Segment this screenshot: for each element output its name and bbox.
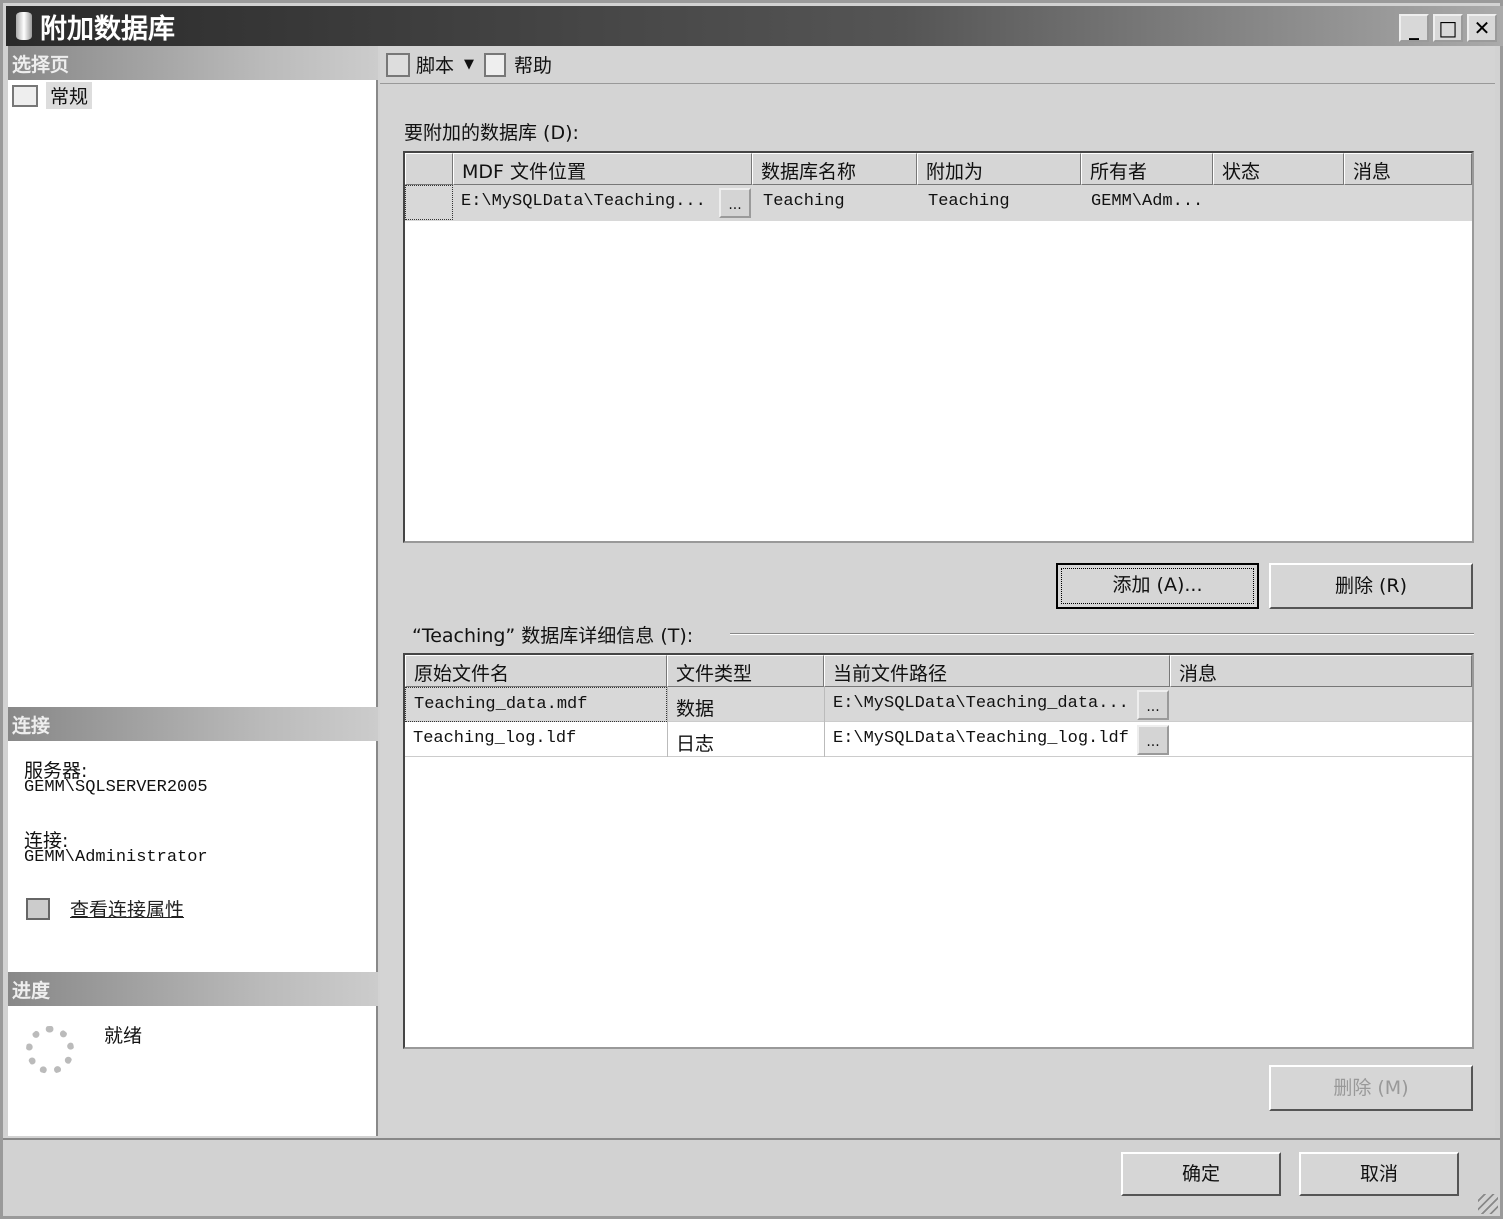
left-pane: 选择页 常规 连接 服务器: GEMM\SQLSERVER2005 连接: GE… <box>8 46 378 1136</box>
file-type-cell[interactable]: 数据 <box>667 687 824 722</box>
add-button[interactable]: 添加 (A)... <box>1056 563 1259 609</box>
table-row[interactable]: E:\MySQLData\Teaching... ... Teaching Te… <box>405 185 1472 221</box>
page-item-general[interactable]: 常规 <box>12 82 93 109</box>
details-label: “Teaching” 数据库详细信息 (T): <box>412 625 694 647</box>
maximize-button[interactable]: □ <box>1433 14 1463 42</box>
general-page-icon <box>12 84 38 107</box>
remove-file-button[interactable]: 删除 (M) <box>1269 1065 1473 1111</box>
column-header[interactable]: 消息 <box>1170 655 1472 687</box>
cancel-button[interactable]: 取消 <box>1299 1152 1459 1196</box>
dropdown-arrow-icon[interactable]: ▼ <box>464 57 474 72</box>
browse-path-button[interactable]: ... <box>1137 725 1169 755</box>
owner-cell[interactable]: GEMM\Adm... <box>1083 185 1213 220</box>
mdf-location-cell[interactable]: E:\MySQLData\Teaching... <box>453 185 721 220</box>
help-icon <box>484 52 507 77</box>
column-header[interactable]: 消息 <box>1344 153 1472 185</box>
ok-button[interactable]: 确定 <box>1121 1152 1281 1196</box>
right-pane: 脚本 ▼ 帮助 要附加的数据库 (D): MDF 文件位置 数据库名称 附加为 … <box>380 46 1495 1136</box>
remove-database-button[interactable]: 删除 (R) <box>1269 563 1473 609</box>
toolbar: 脚本 ▼ 帮助 <box>380 46 1495 84</box>
help-button[interactable]: 帮助 <box>484 51 552 78</box>
select-page-header: 选择页 <box>8 46 378 80</box>
page-label: 常规 <box>46 82 93 109</box>
database-name-cell[interactable]: Teaching <box>755 185 915 220</box>
script-icon <box>386 52 410 77</box>
file-path-cell[interactable]: E:\MySQLData\Teaching_data... <box>824 687 1136 722</box>
connection-value: GEMM\Administrator <box>24 848 208 867</box>
database-icon <box>16 12 32 40</box>
row-selector[interactable] <box>405 185 453 220</box>
databases-label: 要附加的数据库 (D): <box>404 122 579 144</box>
progress-spinner-icon <box>26 1026 74 1074</box>
attach-as-cell[interactable]: Teaching <box>920 185 1080 220</box>
view-connection-properties-link[interactable]: 查看连接属性 <box>70 895 184 922</box>
footer-divider <box>3 1138 1500 1140</box>
column-header[interactable]: 文件类型 <box>667 655 824 687</box>
resize-grip[interactable] <box>1478 1194 1498 1214</box>
table-row[interactable]: Teaching_log.ldf 日志 E:\MySQLData\Teachin… <box>405 722 1472 757</box>
script-button[interactable]: 脚本 ▼ <box>386 51 484 78</box>
column-header[interactable]: 状态 <box>1213 153 1344 185</box>
details-grid[interactable]: 原始文件名 文件类型 当前文件路径 消息 Teaching_data.mdf 数… <box>403 653 1474 1049</box>
title-bar: 附加数据库 _ □ ✕ <box>6 6 1503 46</box>
server-value: GEMM\SQLSERVER2005 <box>24 778 208 797</box>
close-button[interactable]: ✕ <box>1467 14 1497 42</box>
databases-grid[interactable]: MDF 文件位置 数据库名称 附加为 所有者 状态 消息 E:\MySQLDat… <box>403 151 1474 543</box>
connection-header: 连接 <box>8 707 378 741</box>
file-path-cell[interactable]: E:\MySQLData\Teaching_log.ldf <box>824 722 1136 757</box>
column-header[interactable]: 当前文件路径 <box>824 655 1170 687</box>
connection-properties-icon <box>26 898 50 920</box>
file-name-cell[interactable]: Teaching_data.mdf <box>405 687 667 722</box>
row-header-corner <box>405 153 453 185</box>
separator <box>730 633 1474 635</box>
file-type-cell[interactable]: 日志 <box>667 722 824 757</box>
table-row[interactable]: Teaching_data.mdf 数据 E:\MySQLData\Teachi… <box>405 687 1472 722</box>
column-header[interactable]: 原始文件名 <box>405 655 667 687</box>
minimize-button[interactable]: _ <box>1399 14 1429 42</box>
column-header[interactable]: MDF 文件位置 <box>453 153 752 185</box>
progress-status: 就绪 <box>104 1025 143 1047</box>
script-label: 脚本 <box>416 55 455 77</box>
column-header[interactable]: 数据库名称 <box>752 153 917 185</box>
file-name-cell[interactable]: Teaching_log.ldf <box>405 722 667 757</box>
column-header[interactable]: 附加为 <box>917 153 1081 185</box>
browse-path-button[interactable]: ... <box>1137 690 1169 720</box>
window-title: 附加数据库 <box>40 13 175 45</box>
column-header[interactable]: 所有者 <box>1081 153 1213 185</box>
browse-mdf-button[interactable]: ... <box>719 188 751 218</box>
progress-header: 进度 <box>8 972 378 1006</box>
help-label: 帮助 <box>514 55 553 77</box>
